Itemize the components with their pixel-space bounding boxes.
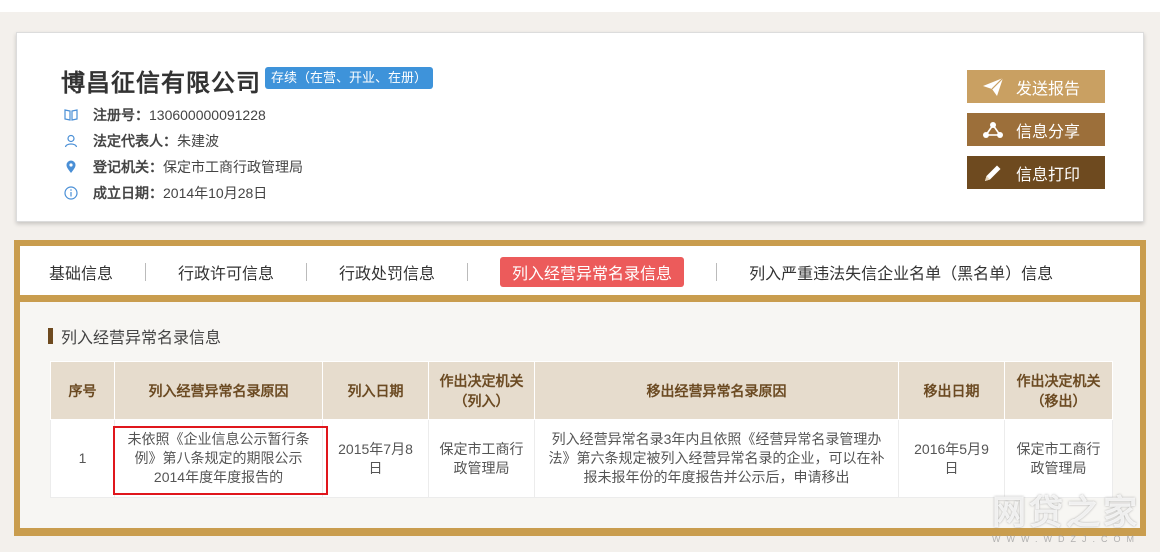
table-row: 1 未依照《企业信息公示暂行条例》第八条规定的期限公示2014年度年度报告的 2…	[50, 419, 1113, 498]
cell-removal-reason: 列入经营异常名录3年内且依照《经营异常名录管理办法》第六条规定被列入经营异常名录…	[534, 419, 899, 498]
established-date-row: 成立日期： 2014年10月28日	[63, 183, 267, 203]
column-header: 移出经营异常名录原因	[534, 361, 899, 420]
tab-blacklist[interactable]: 列入严重违法失信企业名单（黑名单）信息	[749, 260, 1053, 284]
tab-content: 列入经营异常名录信息 序号 列入经营异常名录原因 列入日期 作出决定机关（列入）…	[20, 302, 1140, 528]
authority-value: 保定市工商行政管理局	[163, 159, 303, 175]
cell-listing-date: 2015年7月8日	[322, 419, 429, 498]
established-date-value: 2014年10月28日	[163, 185, 268, 201]
reg-number-value: 130600000091228	[149, 107, 266, 123]
top-strip	[0, 0, 1160, 12]
table-header-row: 序号 列入经营异常名录原因 列入日期 作出决定机关（列入） 移出经营异常名录原因…	[50, 361, 1113, 420]
established-date-label: 成立日期：	[93, 185, 163, 201]
tab-divider	[145, 263, 147, 281]
print-info-button[interactable]: 信息打印	[967, 156, 1105, 189]
abnormal-records-table: 序号 列入经营异常名录原因 列入日期 作出决定机关（列入） 移出经营异常名录原因…	[50, 361, 1113, 498]
legal-rep-row: 法定代表人： 朱建波	[63, 131, 219, 151]
person-icon	[63, 133, 79, 149]
column-header: 列入日期	[322, 361, 429, 420]
cell-index: 1	[50, 419, 115, 498]
cell-removal-date: 2016年5月9日	[898, 419, 1005, 498]
book-icon	[63, 107, 79, 123]
tab-divider	[716, 263, 718, 281]
tab-basic-info[interactable]: 基础信息	[49, 260, 113, 284]
reg-number-label: 注册号：	[93, 107, 149, 123]
tab-divider	[467, 263, 469, 281]
legal-rep-label: 法定代表人：	[93, 133, 177, 149]
section-title: 列入经营异常名录信息	[61, 330, 222, 347]
location-pin-icon	[63, 159, 79, 175]
company-name: 博昌征信有限公司	[61, 70, 261, 97]
tab-abnormal-operation[interactable]: 列入经营异常名录信息	[500, 257, 685, 287]
print-info-label: 信息打印	[1016, 166, 1081, 184]
tab-divider	[306, 263, 308, 281]
column-header: 序号	[50, 361, 115, 420]
send-report-button[interactable]: 发送报告	[967, 70, 1105, 103]
column-header: 列入经营异常名录原因	[114, 361, 323, 420]
legal-rep-value: 朱建波	[177, 133, 219, 149]
paper-plane-icon	[982, 76, 1004, 98]
cell-listing-authority: 保定市工商行政管理局	[428, 419, 535, 498]
cell-listing-reason: 未依照《企业信息公示暂行条例》第八条规定的期限公示2014年度年度报告的	[113, 419, 328, 498]
send-report-label: 发送报告	[1016, 80, 1081, 98]
column-header: 作出决定机关（列入）	[428, 361, 535, 420]
share-nodes-icon	[982, 119, 1004, 141]
section-heading: 列入经营异常名录信息	[48, 324, 221, 348]
status-badge: 存续（在营、开业、在册）	[265, 67, 434, 89]
info-circle-icon	[63, 185, 79, 201]
tab-admin-license[interactable]: 行政许可信息	[178, 260, 274, 284]
watermark-logo-text: 网贷之家	[992, 494, 1140, 532]
company-card: 博昌征信有限公司 存续（在营、开业、在册） 注册号： 1306000000912…	[16, 32, 1144, 222]
pencil-icon	[982, 162, 1004, 184]
section-marker	[48, 328, 53, 344]
watermark: 网贷之家 WWW.WDZJ.COM	[992, 485, 1140, 544]
column-header: 作出决定机关（移出）	[1004, 361, 1113, 420]
authority-label: 登记机关：	[93, 159, 163, 175]
authority-row: 登记机关： 保定市工商行政管理局	[63, 157, 303, 177]
share-info-label: 信息分享	[1016, 123, 1081, 141]
reg-number-row: 注册号： 130600000091228	[63, 105, 266, 125]
column-header: 移出日期	[898, 361, 1005, 420]
tab-admin-penalty[interactable]: 行政处罚信息	[339, 260, 435, 284]
share-info-button[interactable]: 信息分享	[967, 113, 1105, 146]
highlight-box	[113, 426, 328, 495]
detail-panel: 基础信息 行政许可信息 行政处罚信息 列入经营异常名录信息 列入严重违法失信企业…	[14, 240, 1146, 536]
watermark-url: WWW.WDZJ.COM	[992, 534, 1140, 544]
tab-bar: 基础信息 行政许可信息 行政处罚信息 列入经营异常名录信息 列入严重违法失信企业…	[20, 246, 1140, 298]
